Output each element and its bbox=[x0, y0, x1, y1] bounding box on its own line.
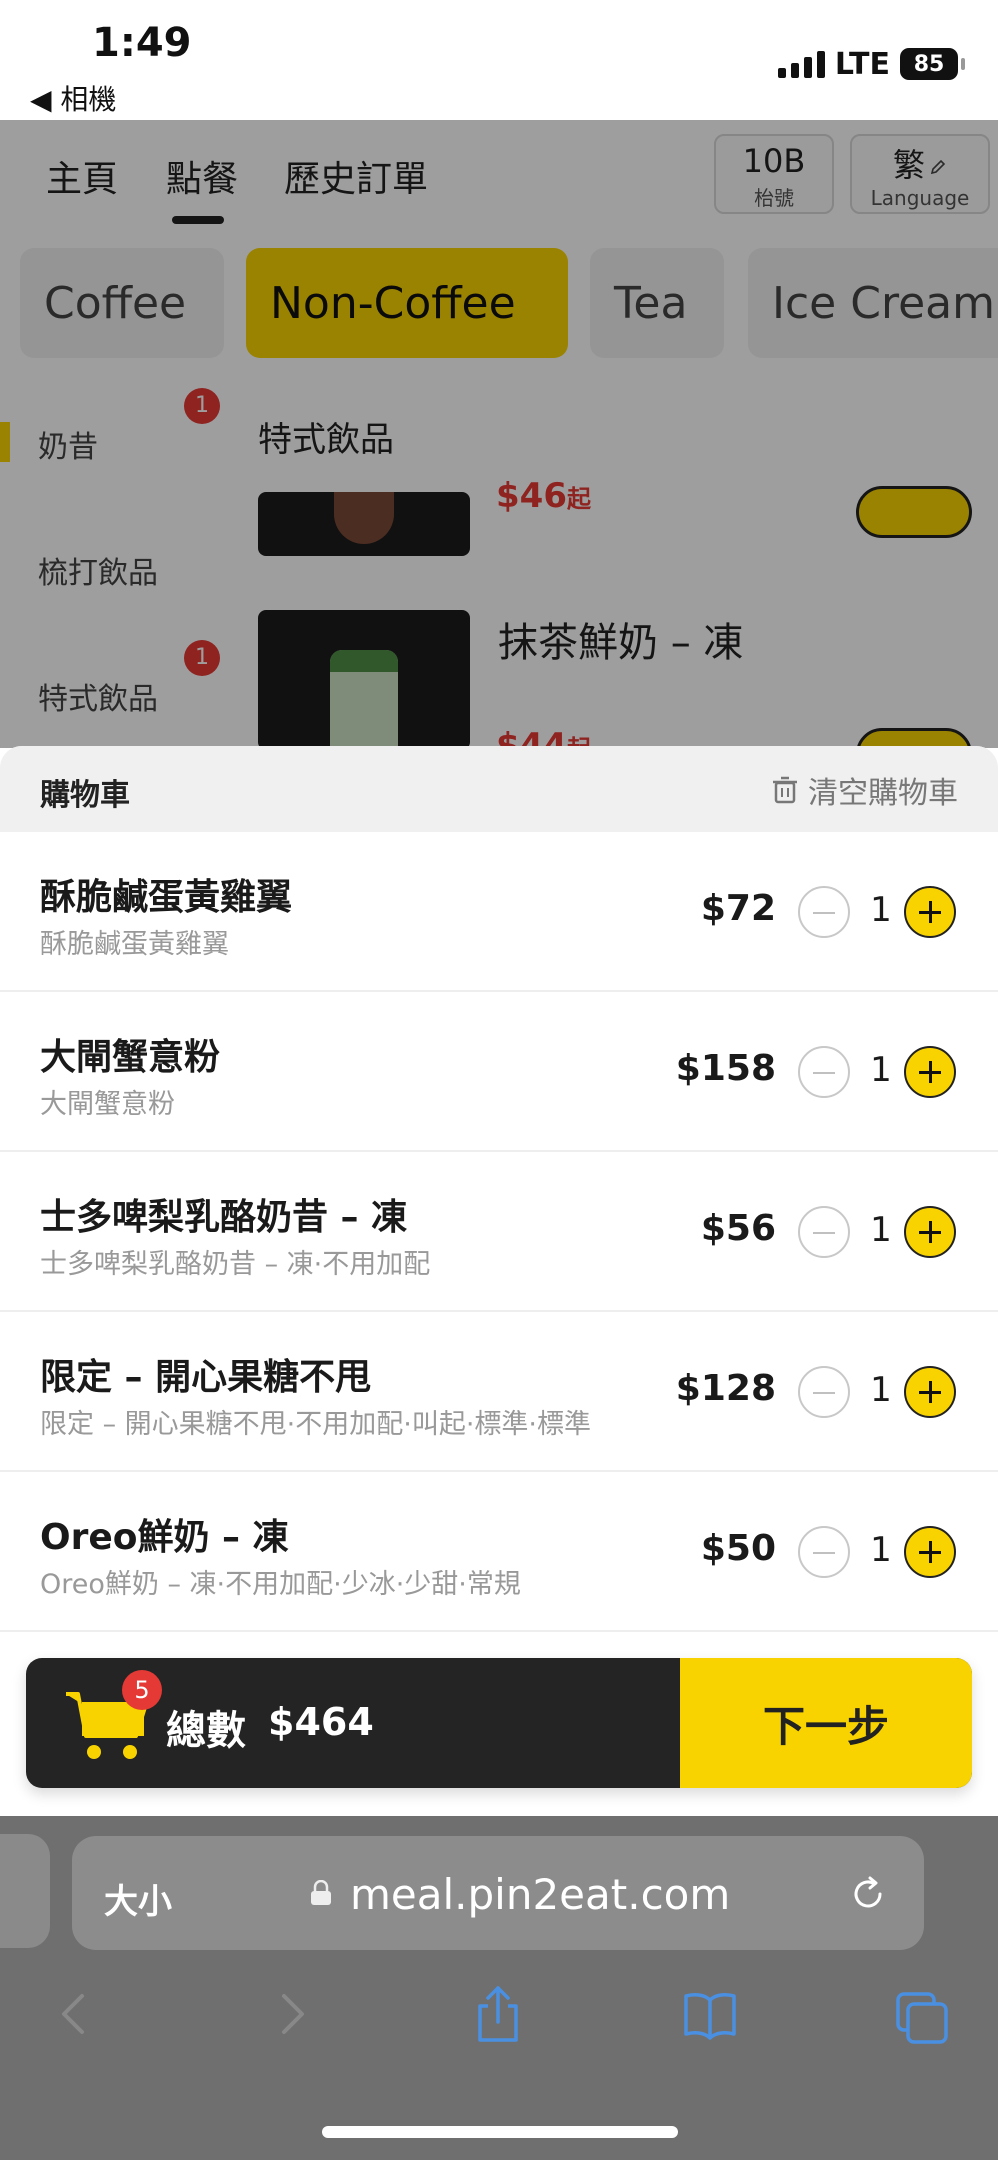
status-indicators: LTE 85 bbox=[777, 46, 965, 82]
increase-quantity-button[interactable] bbox=[904, 1366, 956, 1418]
network-type: LTE bbox=[834, 46, 890, 82]
share-icon[interactable] bbox=[468, 1982, 528, 2046]
status-time: 1:49 bbox=[92, 20, 192, 66]
cart-item-name: 士多啤梨乳酪奶昔 – 凍 bbox=[40, 1197, 408, 1238]
cart-item: 士多啤梨乳酪奶昔 – 凍 士多啤梨乳酪奶昔 – 凍·不用加配 $56 1 bbox=[0, 1152, 998, 1312]
cart-item-description: Oreo鮮奶 – 凍·不用加配·少冰·少甜·常規 bbox=[40, 1569, 521, 1600]
cellular-signal-icon bbox=[777, 50, 825, 78]
decrease-quantity-button[interactable] bbox=[798, 1526, 850, 1578]
home-indicator[interactable] bbox=[322, 2126, 678, 2138]
decrease-quantity-button[interactable] bbox=[798, 886, 850, 938]
status-bar: 1:49 ◀ 相機 LTE 85 bbox=[0, 0, 998, 120]
cart-item-description: 酥脆鹹蛋黃雞翼 bbox=[40, 929, 229, 960]
cart-item: 限定 – 開心果糖不甩 限定 – 開心果糖不甩·不用加配·叫起·標準·標準 $1… bbox=[0, 1312, 998, 1472]
checkout-bar: 5 總數 $464 下一步 bbox=[26, 1658, 972, 1788]
clear-cart-button[interactable]: 清空購物車 bbox=[772, 768, 958, 812]
text-size-button[interactable]: 大小 bbox=[104, 1874, 172, 1923]
cart-sheet: 購物車 清空購物車 酥脆鹹蛋黃雞翼 酥脆鹹蛋黃雞翼 $72 1 大閘蟹意粉 大閘… bbox=[0, 746, 998, 1816]
cart-item-quantity: 1 bbox=[870, 1050, 892, 1090]
modal-overlay[interactable] bbox=[0, 120, 998, 748]
decrease-quantity-button[interactable] bbox=[798, 1366, 850, 1418]
bookmarks-icon[interactable] bbox=[680, 1982, 740, 2046]
cart-item: Oreo鮮奶 – 凍 Oreo鮮奶 – 凍·不用加配·少冰·少甜·常規 $50 … bbox=[0, 1472, 998, 1632]
cart-item-quantity: 1 bbox=[870, 1210, 892, 1250]
cart-item-price: $158 bbox=[675, 1048, 776, 1089]
cart-item-description: 限定 – 開心果糖不甩·不用加配·叫起·標準·標準 bbox=[40, 1409, 591, 1440]
lock-icon bbox=[311, 1880, 331, 1905]
cart-item: 酥脆鹹蛋黃雞翼 酥脆鹹蛋黃雞翼 $72 1 bbox=[0, 832, 998, 992]
cart-item-name: 大閘蟹意粉 bbox=[40, 1037, 221, 1078]
back-icon[interactable] bbox=[46, 1982, 106, 2046]
reload-icon[interactable] bbox=[846, 1872, 890, 1916]
cart-item-name: Oreo鮮奶 – 凍 bbox=[40, 1517, 289, 1558]
decrease-quantity-button[interactable] bbox=[798, 1046, 850, 1098]
address-bar[interactable]: 大小 meal.pin2eat.com bbox=[72, 1836, 924, 1950]
total-amount: $464 bbox=[268, 1700, 374, 1744]
url-text: meal.pin2eat.com bbox=[350, 1870, 731, 1919]
cart-item: 大閘蟹意粉 大閘蟹意粉 $158 1 bbox=[0, 992, 998, 1152]
previous-tab-peek[interactable] bbox=[0, 1834, 50, 1948]
cart-item-price: $72 bbox=[700, 888, 776, 929]
cart-item-quantity: 1 bbox=[870, 1370, 892, 1410]
forward-icon[interactable] bbox=[260, 1982, 320, 2046]
cart-item-price: $56 bbox=[700, 1208, 776, 1249]
clear-cart-label: 清空購物車 bbox=[808, 776, 958, 811]
battery-icon: 85 bbox=[900, 48, 965, 80]
increase-quantity-button[interactable] bbox=[904, 886, 956, 938]
cart-header: 購物車 清空購物車 bbox=[0, 746, 998, 832]
cart-item-price: $128 bbox=[675, 1368, 776, 1409]
increase-quantity-button[interactable] bbox=[904, 1526, 956, 1578]
cart-item-quantity: 1 bbox=[870, 890, 892, 930]
decrease-quantity-button[interactable] bbox=[798, 1206, 850, 1258]
tabs-icon[interactable] bbox=[892, 1982, 952, 2046]
cart-count-badge: 5 bbox=[122, 1670, 162, 1710]
battery-level: 85 bbox=[913, 51, 945, 77]
cart-item-quantity: 1 bbox=[870, 1530, 892, 1570]
trash-icon bbox=[773, 776, 797, 804]
cart-item-description: 大閘蟹意粉 bbox=[40, 1089, 175, 1120]
cart-item-name: 限定 – 開心果糖不甩 bbox=[40, 1357, 372, 1398]
total-label: 總數 bbox=[166, 1708, 246, 1754]
increase-quantity-button[interactable] bbox=[904, 1046, 956, 1098]
next-step-button[interactable]: 下一步 bbox=[680, 1658, 972, 1788]
browser-toolbar: 大小 meal.pin2eat.com bbox=[0, 1816, 998, 2160]
increase-quantity-button[interactable] bbox=[904, 1206, 956, 1258]
back-to-camera-link[interactable]: ◀ 相機 bbox=[30, 78, 116, 118]
cart-item-description: 士多啤梨乳酪奶昔 – 凍·不用加配 bbox=[40, 1249, 431, 1280]
cart-item-name: 酥脆鹹蛋黃雞翼 bbox=[40, 877, 293, 918]
cart-item-price: $50 bbox=[700, 1528, 776, 1569]
cart-title: 購物車 bbox=[40, 778, 130, 813]
